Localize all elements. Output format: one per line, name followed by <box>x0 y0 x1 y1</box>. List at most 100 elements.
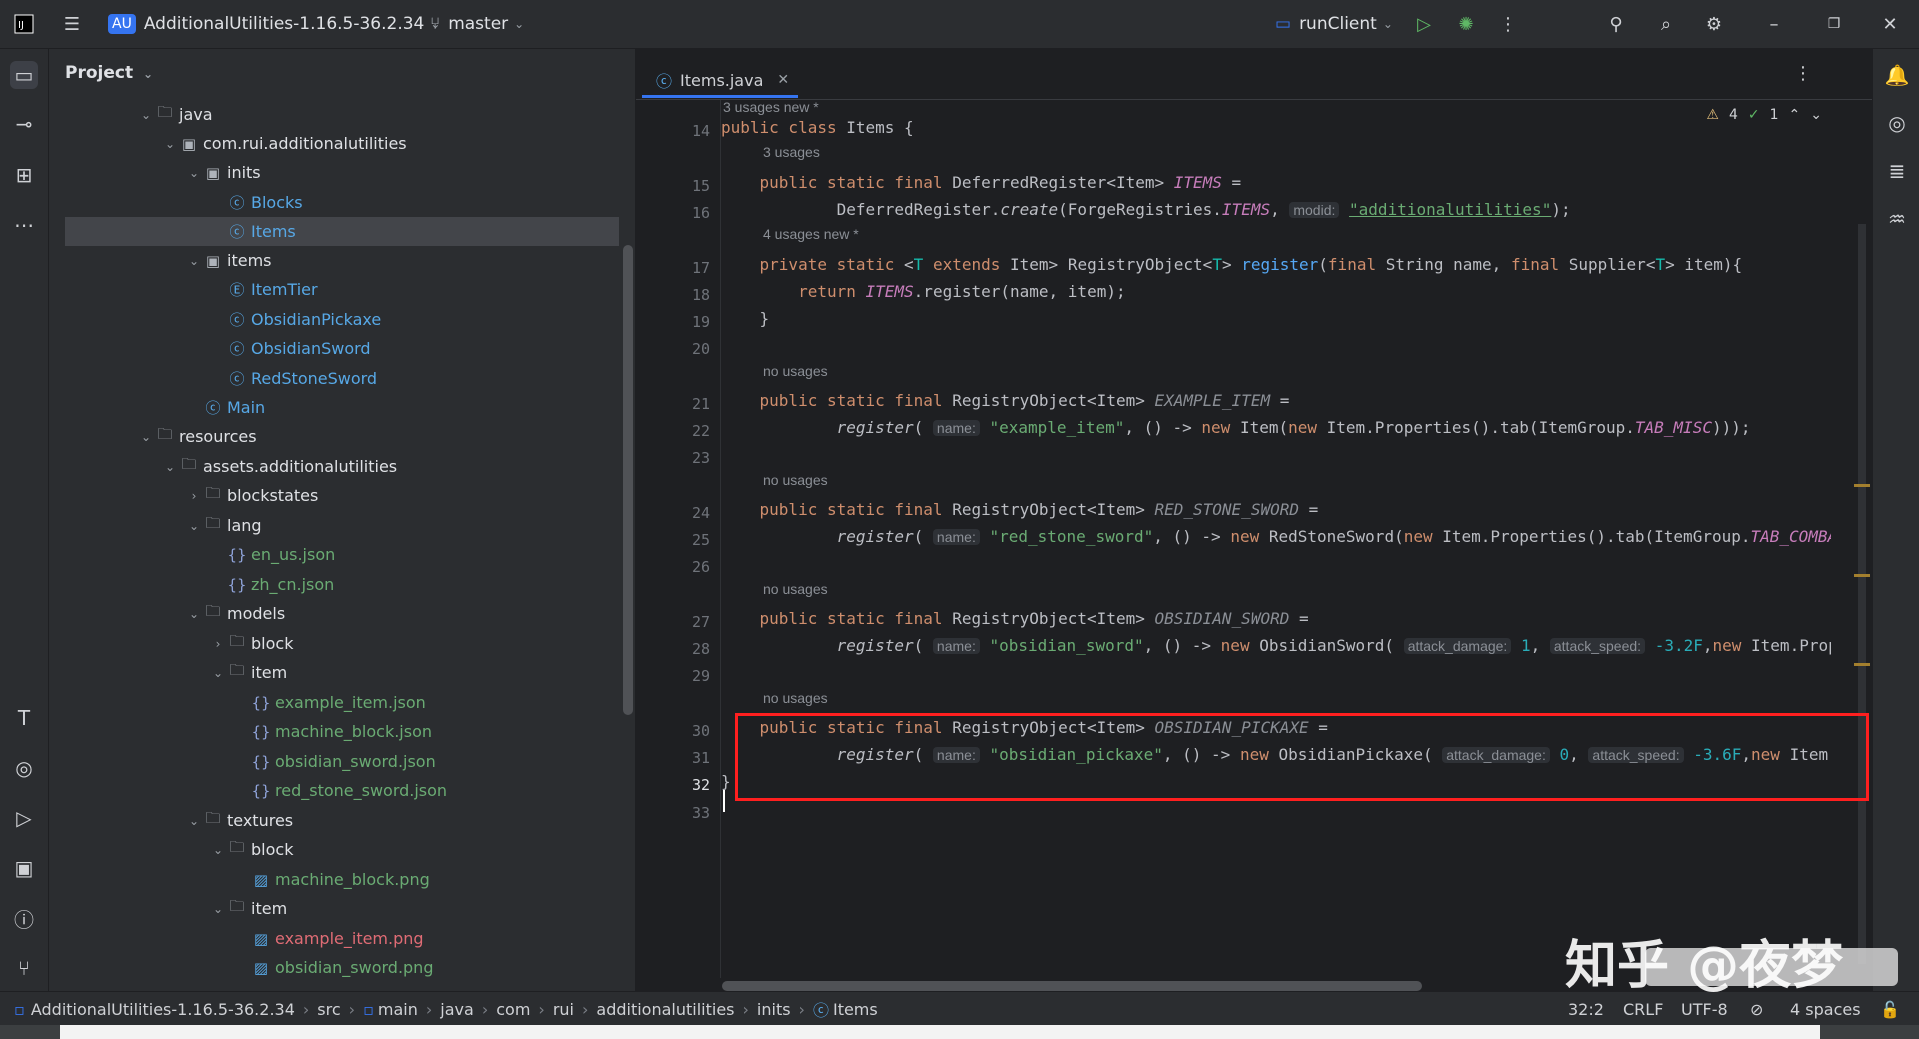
tree-item[interactable]: › 🗀 block <box>209 629 294 658</box>
tree-item[interactable]: {} obsidian_sword.json <box>251 747 435 776</box>
breadcrumb-item[interactable]: rui <box>553 1000 574 1019</box>
chevron-down-icon[interactable]: ⌄ <box>137 430 155 444</box>
tree-item[interactable]: ⌄ 🗀 textures <box>185 806 293 835</box>
debug-icon[interactable]: ✺ <box>1452 10 1480 38</box>
restore-icon[interactable]: ❐ <box>1820 10 1848 38</box>
breadcrumb-item[interactable]: Items <box>833 1000 878 1019</box>
chevron-down-icon[interactable]: ⌄ <box>185 814 203 828</box>
chevron-down-icon[interactable]: ⌄ <box>209 666 227 680</box>
hamburger-menu-icon[interactable]: ☰ <box>58 10 86 38</box>
ai-assistant-icon[interactable]: ◎ <box>1883 109 1911 137</box>
chevron-down-icon[interactable]: ⌄ <box>161 460 179 474</box>
terminal-icon[interactable]: ▣ <box>10 854 38 882</box>
close-tab-icon[interactable]: ✕ <box>777 72 789 88</box>
tree-item[interactable]: ▨ example_item.png <box>251 924 424 953</box>
chevron-down-icon[interactable]: ⌄ <box>1810 107 1822 123</box>
gradle-icon[interactable]: ♒ <box>1883 205 1911 233</box>
usages-hint[interactable]: no usages <box>763 579 828 599</box>
structure-icon[interactable]: ⊞ <box>10 161 38 189</box>
tree-item[interactable]: Ⓔ ItemTier <box>227 275 317 304</box>
breadcrumb-item[interactable]: com <box>496 1000 530 1019</box>
more-icon[interactable]: ⋮ <box>1494 10 1522 38</box>
tree-item[interactable]: ⌄ 🗀 block <box>209 835 293 864</box>
breadcrumb-item[interactable]: main <box>378 1000 418 1019</box>
usages-hint[interactable]: no usages <box>763 688 828 708</box>
minimize-icon[interactable]: – <box>1760 10 1788 38</box>
breadcrumb-item[interactable]: java <box>440 1000 474 1019</box>
tree-item[interactable]: ⌄ ▣ com.rui.additionalutilities <box>161 129 407 158</box>
project-panel-header[interactable]: Project ⌄ <box>65 63 153 83</box>
chevron-down-icon[interactable]: ⌄ <box>185 254 203 268</box>
tree-item[interactable]: ⌄ 🗀 assets.additionalutilities <box>161 452 397 481</box>
tree-item[interactable]: {} zh_cn.json <box>227 570 334 599</box>
tree-item[interactable]: {} red_stone_sword.json <box>251 776 447 805</box>
tree-item[interactable]: › 🗀 blockstates <box>185 481 319 510</box>
services-icon[interactable]: ◎ <box>10 754 38 782</box>
tree-item[interactable]: {} en_us.json <box>227 540 335 569</box>
run-icon[interactable]: ▷ <box>1410 10 1438 38</box>
lock-icon[interactable]: 🔓 <box>1880 992 1900 1026</box>
git-icon[interactable]: ⑂ <box>10 954 38 982</box>
problems-icon[interactable]: ⓘ <box>10 904 38 932</box>
editor-horizontal-scrollbar[interactable] <box>722 981 1422 991</box>
breadcrumb-item[interactable]: inits <box>757 1000 791 1019</box>
editor-vertical-scrollbar[interactable] <box>1858 224 1866 964</box>
tree-item[interactable]: ⌄ 🗀 item <box>209 658 287 687</box>
tree-item[interactable]: ⌄ 🗀 java <box>137 100 213 129</box>
tree-item[interactable]: ⓒ Blocks <box>227 188 302 217</box>
app-logo-icon[interactable]: IJ <box>10 10 38 38</box>
database-icon[interactable]: ≣ <box>1883 157 1911 185</box>
tree-item[interactable]: ⓒ ObsidianSword <box>227 334 370 363</box>
json-icon: {} <box>251 722 271 741</box>
usages-hint[interactable]: 4 usages new * <box>763 224 859 244</box>
tree-item[interactable]: ⌄ ▣ inits <box>185 158 261 187</box>
tree-item[interactable]: ▨ obsidian_sword.png <box>251 953 434 982</box>
tree-item-selected[interactable]: ⓒ Items <box>65 217 619 246</box>
chevron-right-icon[interactable]: › <box>185 489 203 503</box>
add-user-icon[interactable]: ⚲ <box>1602 10 1630 38</box>
tree-item[interactable]: ⓒ ObsidianPickaxe <box>227 305 381 334</box>
close-icon[interactable]: ✕ <box>1876 10 1904 38</box>
inspection-widget[interactable]: ⚠ 4 ✓ 1 ⌃ ⌄ <box>1706 107 1822 123</box>
tree-item[interactable]: ⓒ RedStoneSword <box>227 364 377 393</box>
chevron-down-icon[interactable]: ⌄ <box>209 843 227 857</box>
chevron-down-icon[interactable]: ⌄ <box>161 137 179 151</box>
tab-items-java[interactable]: ⓒ Items.java ✕ <box>642 61 803 99</box>
tree-item[interactable]: ⌄ 🗀 models <box>185 599 285 628</box>
run-config-selector[interactable]: ▭ runClient ⌄ <box>1275 0 1393 48</box>
tree-item[interactable]: ▨ machine_block.png <box>251 865 430 894</box>
build-icon[interactable]: T <box>10 704 38 732</box>
more-icon[interactable]: ⋮ <box>1794 63 1812 84</box>
tree-item[interactable]: ⌄ 🗀 item <box>209 894 287 923</box>
tree-item[interactable]: {} machine_block.json <box>251 717 432 746</box>
breadcrumb-item[interactable]: additionalutilities <box>596 1000 734 1019</box>
tree-item[interactable]: {} example_item.json <box>251 688 425 717</box>
more-tools-icon[interactable]: ⋯ <box>10 211 38 239</box>
branch-selector[interactable]: ⑂ master ⌄ <box>430 0 524 48</box>
tree-item[interactable]: ⌄ 🗀 lang <box>185 511 262 540</box>
chevron-up-icon[interactable]: ⌃ <box>1789 107 1801 123</box>
chevron-down-icon[interactable]: ⌄ <box>137 108 155 122</box>
code-area[interactable]: 3 usages new * public class Items { 3 us… <box>721 100 1831 978</box>
chevron-down-icon[interactable]: ⌄ <box>185 607 203 621</box>
tree-item[interactable]: ⌄ 🗀 resources <box>137 422 257 451</box>
tree-item[interactable]: ⓒ Main <box>203 393 265 422</box>
project-selector[interactable]: AU AdditionalUtilities-1.16.5-36.2.34 ⌄ <box>108 0 440 48</box>
tree-item[interactable]: ⌄ ▣ items <box>185 246 272 275</box>
search-icon[interactable]: ⌕ <box>1652 10 1680 38</box>
settings-icon[interactable]: ⚙ <box>1700 10 1728 38</box>
usages-hint[interactable]: no usages <box>763 470 828 490</box>
usages-hint[interactable]: no usages <box>763 361 828 381</box>
chevron-down-icon[interactable]: ⌄ <box>209 902 227 916</box>
breadcrumb-item[interactable]: AdditionalUtilities-1.16.5-36.2.34 <box>31 1000 295 1019</box>
project-folder-icon[interactable]: ▭ <box>10 61 38 89</box>
chevron-right-icon[interactable]: › <box>209 637 227 651</box>
usages-hint[interactable]: 3 usages <box>763 142 820 162</box>
commit-icon[interactable]: ⊸ <box>10 110 38 138</box>
chevron-down-icon[interactable]: ⌄ <box>185 519 203 533</box>
notifications-icon[interactable]: 🔔 <box>1883 61 1911 89</box>
project-scrollbar[interactable] <box>623 245 633 715</box>
chevron-down-icon[interactable]: ⌄ <box>185 166 203 180</box>
run-tool-icon[interactable]: ▷ <box>10 804 38 832</box>
breadcrumb-item[interactable]: src <box>317 1000 340 1019</box>
